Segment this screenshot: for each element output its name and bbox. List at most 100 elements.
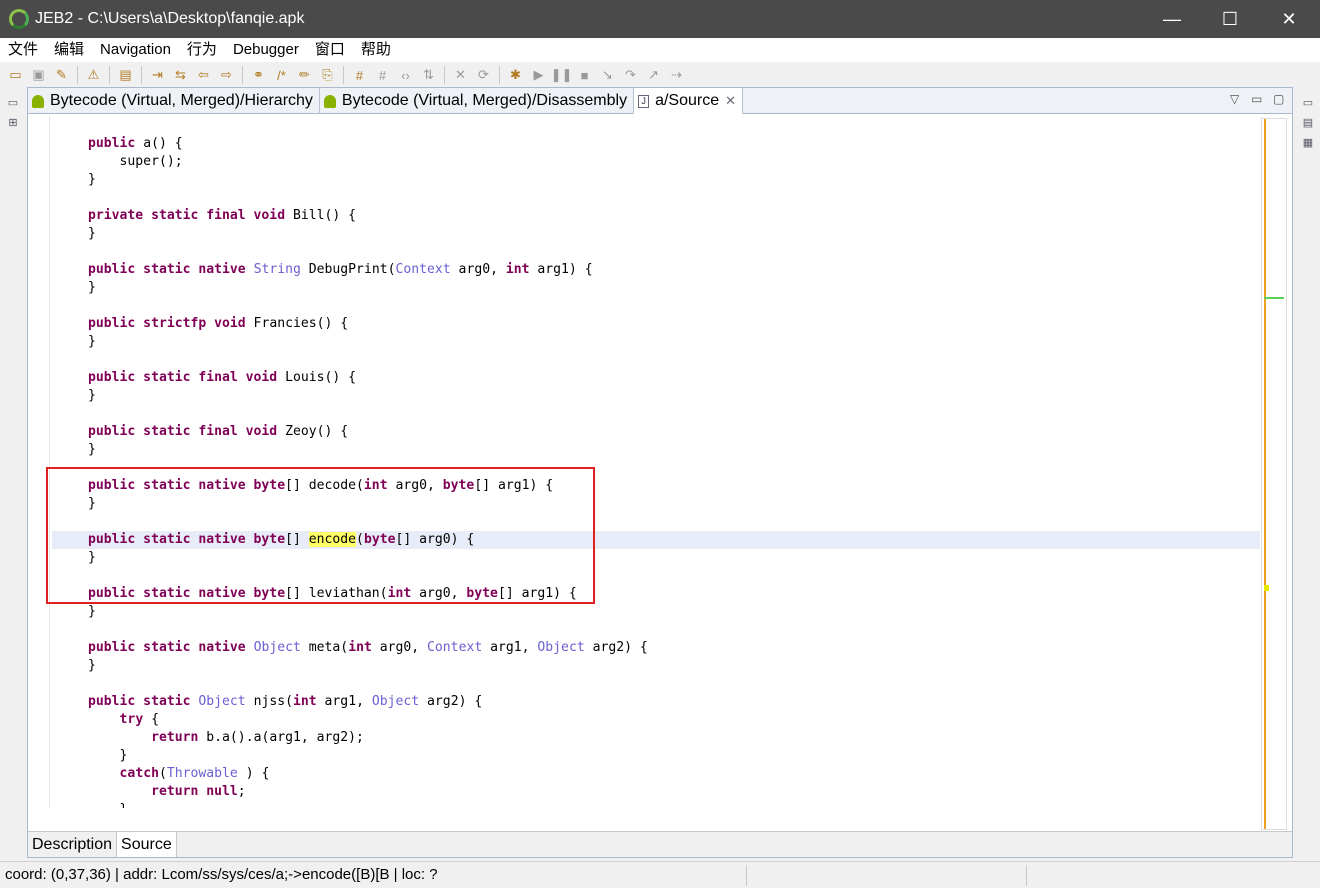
toolbar-divider [499,66,500,84]
code-token: Bill() { [285,208,357,223]
restore-icon[interactable]: ▭ [1300,94,1316,110]
menu-action[interactable]: 行为 [179,38,225,62]
tab-description[interactable]: Description [28,832,118,857]
overview-ruler[interactable] [1261,118,1287,830]
code-line: return null; [88,783,648,801]
decompile-icon[interactable]: ⎘ [318,65,338,85]
code-token: DebugPrint( [300,262,396,277]
properties-icon[interactable]: ▤ [116,65,136,85]
view-menu-icon[interactable]: ▽ [1230,92,1239,106]
toolbar-divider [77,66,78,84]
maximize-button[interactable]: ☐ [1201,0,1259,38]
jeb-logo-icon [9,9,29,29]
android-icon [32,94,44,108]
code-token: arg0, [450,262,506,277]
back-icon[interactable]: ⇦ [194,65,214,85]
code-token: } [88,226,96,241]
code-line: } [88,801,648,808]
editor-gutter [30,116,50,808]
stop-icon[interactable]: ■ [575,65,595,85]
delete-icon[interactable]: ✕ [451,65,471,85]
forward-icon[interactable]: ⇨ [217,65,237,85]
minimize-view-icon[interactable]: ▭ [1251,92,1262,106]
source-code-editor[interactable]: public a() { super();} private static fi… [30,116,1260,808]
menu-edit[interactable]: 编辑 [46,38,92,62]
menu-window[interactable]: 窗口 [307,38,353,62]
link-icon[interactable]: ⚭ [249,65,269,85]
maximize-view-icon[interactable]: ▢ [1273,92,1284,106]
code-token: b.a().a(arg1, arg2); [198,730,364,745]
toolbar-divider [141,66,142,84]
code-token: public strictfp void [88,316,246,331]
code-line: super(); [88,153,648,171]
messages-icon[interactable]: ▦ [1300,134,1316,150]
android-icon [323,94,336,108]
grid-icon[interactable]: # [373,65,393,85]
run-to-icon[interactable]: ⇢ [667,65,687,85]
step-over-icon[interactable]: ↷ [621,65,641,85]
status-divider [1026,865,1027,886]
toolbar-divider [109,66,110,84]
warning-icon[interactable]: ⚠ [84,65,104,85]
toolbar-divider [343,66,344,84]
jump-icon[interactable]: ⇥ [148,65,168,85]
tab-source-bottom[interactable]: Source [117,832,177,857]
code-icon[interactable]: ‹› [396,65,416,85]
close-button[interactable]: ✕ [1260,0,1318,38]
java-file-icon: J [638,94,650,108]
code-token: return [151,730,199,745]
code-line: public static native Object meta(int arg… [88,639,648,657]
code-token: arg2) { [419,694,483,709]
code-token: a() { [135,136,183,151]
status-bar: coord: (0,37,36) | addr: Lcom/ss/sys/ces… [0,861,1320,888]
xref-icon[interactable]: ⇆ [171,65,191,85]
code-token: { [143,712,159,727]
tab-hierarchy[interactable]: Bytecode (Virtual, Merged)/Hierarchy [28,88,320,114]
editor-tab-bar: Bytecode (Virtual, Merged)/Hierarchy Byt… [28,88,1292,114]
code-token: arg1) { [529,262,593,277]
debug-icon[interactable]: ✱ [506,65,526,85]
code-token: } [88,280,96,295]
code-token: arg0, [371,640,428,655]
tab-source[interactable]: J a/Source ✕ [634,88,744,114]
code-token: meta( [300,640,349,655]
code-token: Object [537,640,585,655]
open-icon[interactable]: ▭ [6,65,26,85]
wrench-icon[interactable]: ✎ [52,65,72,85]
sort-icon[interactable]: ⇅ [419,65,439,85]
code-line: } [88,603,648,621]
restore-icon[interactable]: ▭ [5,94,21,110]
menu-navigation[interactable]: Navigation [92,38,179,62]
graph-icon[interactable]: # [350,65,370,85]
comment-icon[interactable]: /* [272,65,292,85]
menu-file[interactable]: 文件 [0,38,46,62]
pause-icon[interactable]: ❚❚ [551,65,573,85]
menu-debugger[interactable]: Debugger [225,38,307,62]
rename-icon[interactable]: ✏ [295,65,315,85]
toolbar-divider [242,66,243,84]
code-token: public static native [88,640,246,655]
minimize-button[interactable]: — [1143,0,1201,38]
code-token: ( [158,766,167,781]
tab-disassembly[interactable]: Bytecode (Virtual, Merged)/Disassembly [320,88,635,114]
menu-help[interactable]: 帮助 [353,38,399,62]
code-token: int [293,694,317,709]
tab-label: Bytecode (Virtual, Merged)/Disassembly [341,92,628,109]
refresh-icon[interactable]: ⟳ [474,65,494,85]
code-line: } [88,171,648,189]
hierarchy-icon[interactable]: ⊞ [5,114,21,130]
save-icon[interactable]: ▣ [29,65,49,85]
step-into-icon[interactable]: ↘ [598,65,618,85]
step-out-icon[interactable]: ↗ [644,65,664,85]
code-token: public static native [88,262,246,277]
console-icon[interactable]: ▤ [1300,114,1316,130]
close-tab-icon[interactable]: ✕ [725,93,736,109]
code-line: } [88,225,648,243]
resume-icon[interactable]: ▶ [529,65,549,85]
